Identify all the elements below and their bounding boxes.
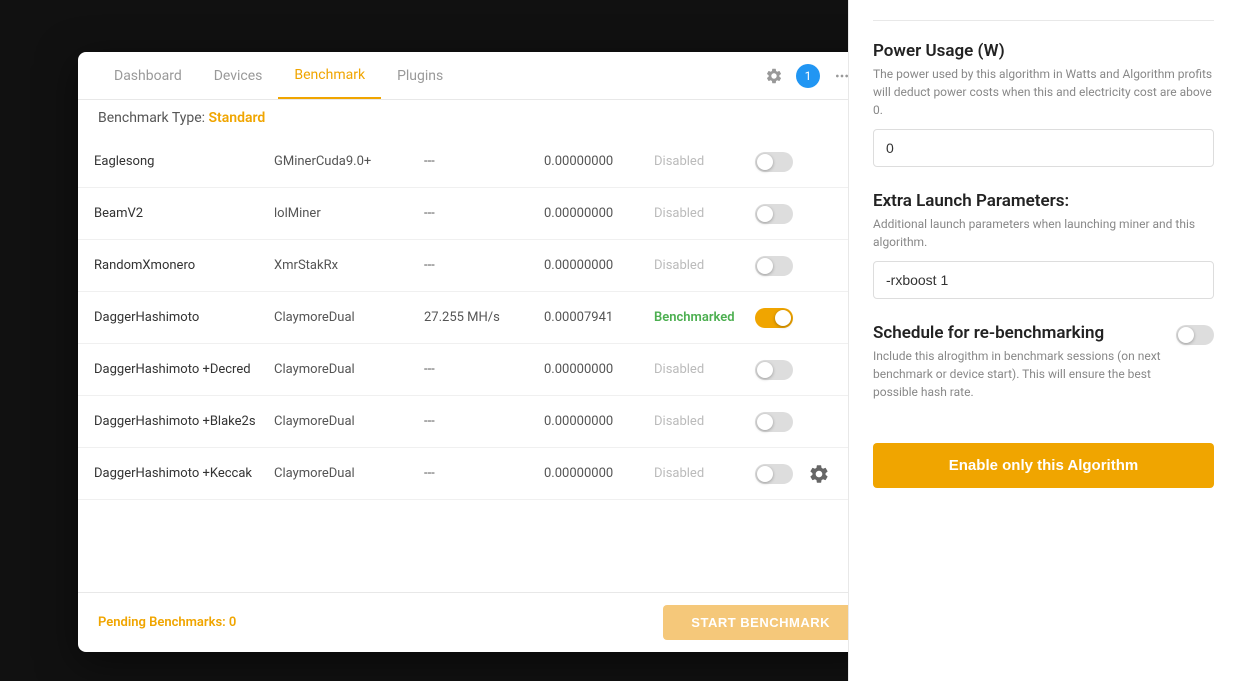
settings-icon[interactable] xyxy=(758,60,790,92)
miner-name: XmrStakRx xyxy=(274,258,424,273)
algo-toggle[interactable] xyxy=(755,152,793,172)
rebenchmark-toggle[interactable] xyxy=(1176,325,1214,345)
table-row: BeamV2 lolMiner --- 0.00000000 Disabled xyxy=(78,188,878,240)
extra-params-title: Extra Launch Parameters: xyxy=(873,191,1214,211)
miner-name: ClaymoreDual xyxy=(274,310,424,325)
algo-toggle[interactable] xyxy=(755,464,793,484)
table-row: RandomXmonero XmrStakRx --- 0.00000000 D… xyxy=(78,240,878,292)
algorithm-table: Eaglesong GMinerCuda9.0+ --- 0.00000000 … xyxy=(78,136,878,592)
benchmark-type-label: Benchmark Type: xyxy=(98,110,205,126)
power-usage-section: Power Usage (W) The power used by this a… xyxy=(873,41,1214,167)
miner-name: ClaymoreDual xyxy=(274,466,424,481)
algo-name: RandomXmonero xyxy=(94,258,274,273)
top-divider xyxy=(873,20,1214,21)
speed-value: --- xyxy=(424,154,544,169)
right-panel: Power Usage (W) The power used by this a… xyxy=(848,0,1238,681)
profit-value: 0.00000000 xyxy=(544,466,654,481)
rebenchmark-desc: Include this alrogithm in benchmark sess… xyxy=(873,347,1164,401)
speed-value: --- xyxy=(424,362,544,377)
benchmark-type-value: Standard xyxy=(209,110,266,126)
profit-value: 0.00000000 xyxy=(544,258,654,273)
table-row: DaggerHashimoto +Decred ClaymoreDual ---… xyxy=(78,344,878,396)
profit-value: 0.00000000 xyxy=(544,154,654,169)
status-badge: Benchmarked xyxy=(654,310,744,325)
profit-value: 0.00000000 xyxy=(544,362,654,377)
table-row: Eaglesong GMinerCuda9.0+ --- 0.00000000 … xyxy=(78,136,878,188)
status-badge: Disabled xyxy=(654,362,744,377)
table-row: DaggerHashimoto +Keccak ClaymoreDual ---… xyxy=(78,448,878,500)
speed-value: --- xyxy=(424,206,544,221)
nav-item-benchmark[interactable]: Benchmark xyxy=(278,53,381,99)
speed-value: --- xyxy=(424,466,544,481)
power-usage-title: Power Usage (W) xyxy=(873,41,1214,61)
algo-name: DaggerHashimoto +Keccak xyxy=(94,466,274,481)
miner-name: ClaymoreDual xyxy=(274,362,424,377)
algo-toggle[interactable] xyxy=(755,308,793,328)
status-badge: Disabled xyxy=(654,154,744,169)
table-row: DaggerHashimoto ClaymoreDual 27.255 MH/s… xyxy=(78,292,878,344)
algo-toggle[interactable] xyxy=(755,204,793,224)
algo-toggle[interactable] xyxy=(755,360,793,380)
status-badge: Disabled xyxy=(654,258,744,273)
extra-params-desc: Additional launch parameters when launch… xyxy=(873,215,1214,251)
speed-value: 27.255 MH/s xyxy=(424,310,544,325)
status-badge: Disabled xyxy=(654,206,744,221)
profit-value: 0.00000000 xyxy=(544,414,654,429)
start-benchmark-button[interactable]: START BENCHMARK xyxy=(663,605,858,640)
rebenchmark-title: Schedule for re-benchmarking xyxy=(873,323,1164,343)
enable-only-button[interactable]: Enable only this Algorithm xyxy=(873,443,1214,488)
nav-item-dashboard[interactable]: Dashboard xyxy=(98,54,198,98)
power-usage-input[interactable] xyxy=(873,129,1214,167)
algo-name: Eaglesong xyxy=(94,154,274,169)
algo-name: BeamV2 xyxy=(94,206,274,221)
nav-item-plugins[interactable]: Plugins xyxy=(381,54,459,98)
row-gear-icon[interactable] xyxy=(808,463,830,485)
speed-value: --- xyxy=(424,414,544,429)
profit-value: 0.00000000 xyxy=(544,206,654,221)
panel-footer: Pending Benchmarks: 0 START BENCHMARK xyxy=(78,592,878,652)
nav-item-devices[interactable]: Devices xyxy=(198,54,279,98)
miner-name: ClaymoreDual xyxy=(274,414,424,429)
notification-badge[interactable]: 1 xyxy=(796,64,820,88)
algo-toggle[interactable] xyxy=(755,412,793,432)
status-badge: Disabled xyxy=(654,466,744,481)
speed-value: --- xyxy=(424,258,544,273)
algo-toggle[interactable] xyxy=(755,256,793,276)
main-panel: Dashboard Devices Benchmark Plugins 1 Be… xyxy=(78,52,878,652)
table-row: DaggerHashimoto +Blake2s ClaymoreDual --… xyxy=(78,396,878,448)
rebenchmark-section: Schedule for re-benchmarking Include thi… xyxy=(873,323,1214,411)
profit-value: 0.00007941 xyxy=(544,310,654,325)
benchmark-type-row: Benchmark Type: Standard xyxy=(78,100,878,136)
algo-name: DaggerHashimoto xyxy=(94,310,274,325)
power-usage-desc: The power used by this algorithm in Watt… xyxy=(873,65,1214,119)
pending-benchmarks: Pending Benchmarks: 0 xyxy=(98,615,663,630)
algo-name: DaggerHashimoto +Blake2s xyxy=(94,414,274,429)
miner-name: lolMiner xyxy=(274,206,424,221)
status-badge: Disabled xyxy=(654,414,744,429)
extra-params-input[interactable] xyxy=(873,261,1214,299)
miner-name: GMinerCuda9.0+ xyxy=(274,154,424,169)
algo-name: DaggerHashimoto +Decred xyxy=(94,362,274,377)
extra-params-section: Extra Launch Parameters: Additional laun… xyxy=(873,191,1214,299)
nav-bar: Dashboard Devices Benchmark Plugins 1 xyxy=(78,52,878,100)
